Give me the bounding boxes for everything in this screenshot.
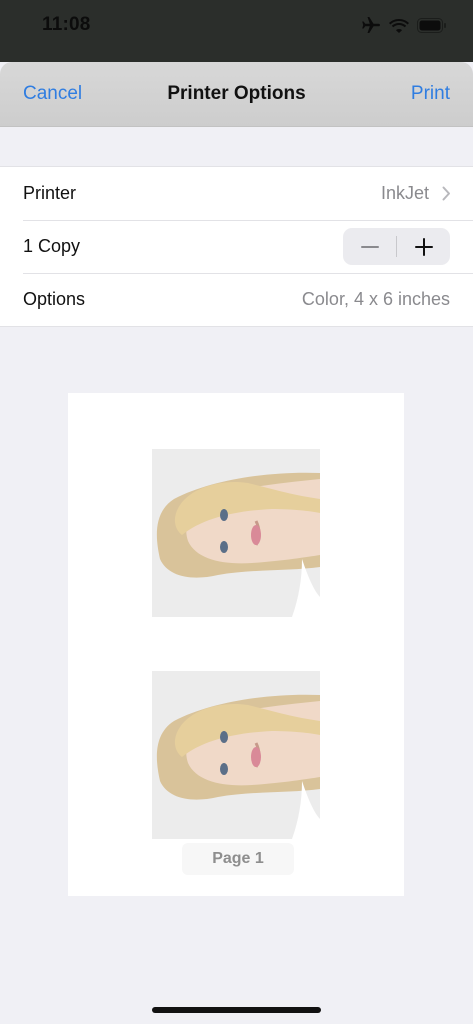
print-button[interactable]: Print: [411, 83, 450, 105]
options-row[interactable]: Options Color, 4 x 6 inches: [0, 273, 473, 326]
copies-label: 1 Copy: [23, 236, 81, 256]
options-label: Options: [23, 289, 86, 309]
preview-photo: [152, 449, 320, 617]
airplane-icon: [362, 17, 380, 33]
copies-row: 1 Copy: [0, 220, 473, 273]
home-indicator[interactable]: [152, 1007, 321, 1013]
minus-icon: [360, 245, 379, 248]
navigation-bar: Cancel Printer Options Print: [0, 62, 473, 127]
wifi-icon: [389, 18, 409, 33]
settings-list: Printer InkJet 1 Copy Options Color, 4 x…: [0, 166, 473, 327]
printer-label: Printer: [23, 183, 77, 203]
preview-photo: [152, 671, 320, 839]
decrement-button[interactable]: [343, 228, 396, 265]
portrait-photo: [152, 671, 320, 839]
status-bar: 11:08: [0, 0, 473, 62]
battery-icon: [417, 17, 446, 33]
portrait-photo: [152, 449, 320, 617]
increment-button[interactable]: [397, 228, 450, 265]
chevron-right-icon: [442, 186, 450, 201]
printer-value: InkJet: [380, 183, 429, 203]
page-label: Page 1: [182, 843, 294, 875]
printer-row[interactable]: Printer InkJet: [0, 167, 473, 220]
page-title: Printer Options: [167, 83, 306, 104]
status-time: 11:08: [42, 14, 91, 35]
printer-options-sheet: Cancel Printer Options Print Printer Ink…: [0, 62, 473, 1024]
plus-icon: [414, 237, 433, 256]
print-preview-page[interactable]: Page 1: [68, 393, 404, 896]
copies-stepper[interactable]: [343, 228, 450, 265]
options-value: Color, 4 x 6 inches: [301, 289, 450, 309]
status-icons: [361, 16, 447, 34]
